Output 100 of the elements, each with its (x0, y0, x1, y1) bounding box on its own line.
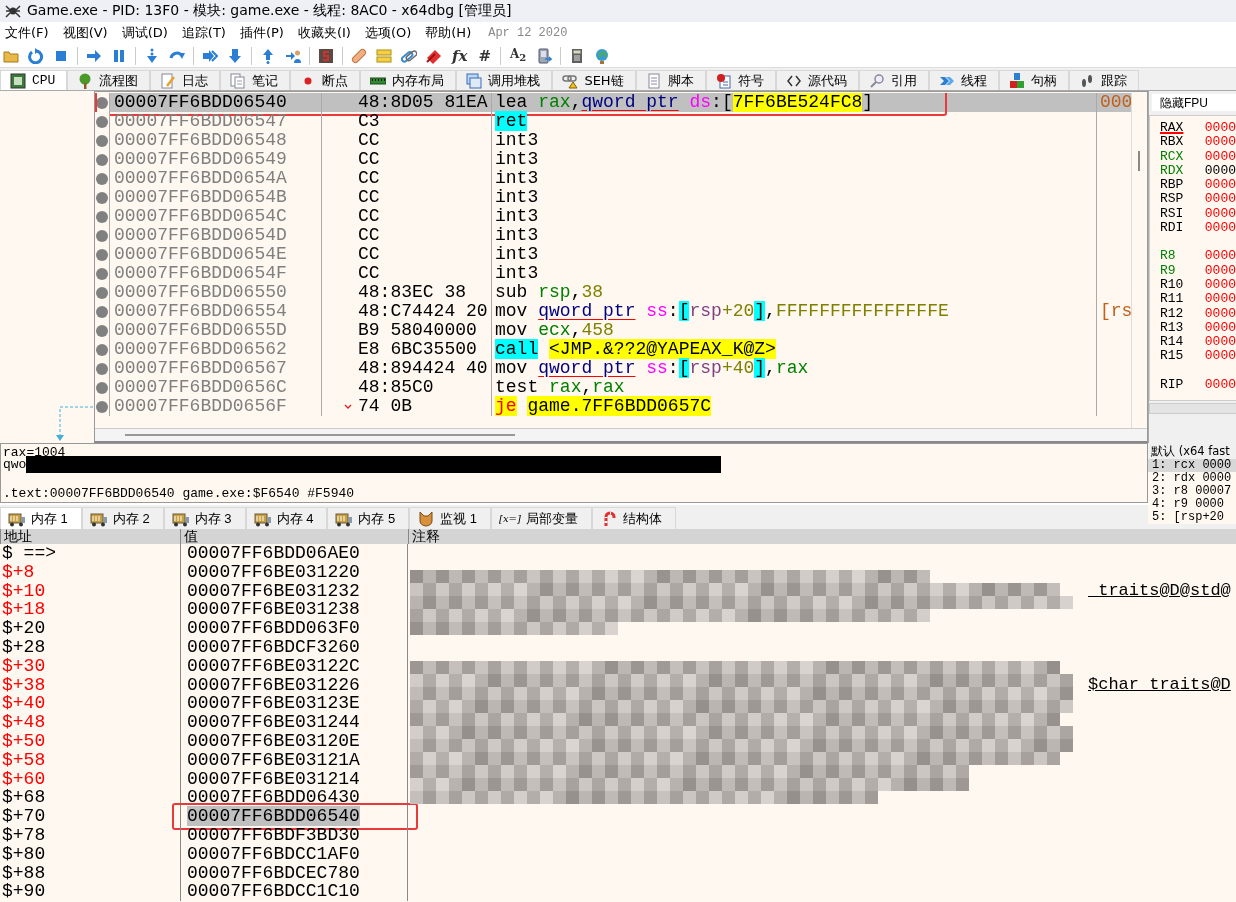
dump-value[interactable]: 00007FF6BE031226 (187, 674, 360, 695)
dump-value[interactable]: 00007FF6BDCC1C10 (187, 881, 360, 902)
register-value[interactable]: 0000 (1204, 206, 1236, 222)
register-value[interactable]: 0000 (1204, 263, 1236, 278)
toolbar-button[interactable]: A$_{2}$ (508, 45, 529, 66)
breakpoint-marker[interactable] (96, 153, 108, 166)
register-value[interactable]: 0000 (1204, 192, 1236, 207)
column-header[interactable]: 地址 (0, 529, 180, 544)
hide-fpu-button[interactable]: 隐藏FPU (1152, 94, 1236, 111)
tab[interactable]: 内存 5 (327, 507, 410, 529)
tab[interactable]: [x=] 局部变量 (491, 507, 592, 529)
dump-value[interactable]: 00007FF6BE03123E (187, 693, 360, 714)
menu-item[interactable]: 收藏夹(I) (292, 24, 360, 42)
tab[interactable]: 内存 3 (163, 507, 246, 529)
dump-value[interactable]: 00007FF6BE03121A (187, 749, 360, 770)
menu-item[interactable]: 视图(V) (57, 24, 117, 42)
menu-item[interactable]: 文件(F) (0, 24, 58, 42)
breakpoint-marker[interactable] (96, 362, 108, 375)
scrollbar[interactable] (1149, 403, 1236, 414)
breakpoint-marker[interactable] (96, 305, 108, 318)
tab[interactable]: SEH链 (552, 70, 636, 90)
dump-address: $+50 (1, 731, 47, 751)
dump-value[interactable]: 00007FF6BE031238 (187, 599, 360, 620)
tab[interactable]: 调用堆栈 (456, 70, 553, 90)
menu-item[interactable]: 插件(P) (234, 24, 293, 42)
breakpoint-marker[interactable] (96, 286, 108, 299)
register-value[interactable]: 0000 (1204, 221, 1236, 236)
register-value[interactable]: 0000 (1204, 306, 1236, 321)
breakpoint-marker[interactable] (96, 191, 108, 204)
dump-value[interactable]: 00007FF6BDCF3260 (187, 637, 360, 657)
breakpoint-marker[interactable] (96, 172, 108, 185)
argument-row[interactable]: 4: r9 0000 (1148, 498, 1236, 511)
column-header[interactable]: 值 (180, 529, 408, 544)
tab[interactable]: 跟踪 (1068, 70, 1139, 90)
register-value[interactable]: 0000 (1204, 178, 1236, 193)
dump-value[interactable]: 00007FF6BDF3BD30 (187, 824, 360, 845)
tab[interactable]: 笔记 (220, 70, 291, 90)
register-value[interactable]: 0000 (1204, 349, 1236, 364)
scrollbar[interactable] (95, 428, 1147, 441)
tab[interactable]: 监视 1 (409, 507, 492, 529)
tab[interactable]: 脚本 (635, 70, 706, 90)
register-value[interactable]: 0000 (1204, 320, 1236, 336)
restart-icon[interactable] (27, 45, 45, 66)
dump-value[interactable]: 00007FF6BE03120E (187, 730, 360, 751)
breakpoint-marker[interactable] (96, 381, 108, 394)
breakpoint-marker[interactable] (96, 400, 108, 413)
register-value[interactable]: 0000 (1204, 135, 1236, 150)
toolbar-button[interactable]: fx (450, 45, 470, 66)
argument-row[interactable]: 2: rdx 0000 (1148, 472, 1236, 485)
breakpoint-marker[interactable] (96, 134, 108, 147)
register-value[interactable]: 0000 (1204, 377, 1236, 393)
tab[interactable]: 日志 (150, 70, 221, 90)
tab[interactable]: CPU (0, 70, 68, 90)
dump-value[interactable]: 00007FF6BDCEC780 (187, 862, 360, 883)
dump-value[interactable]: 00007FF6BE031220 (187, 561, 360, 582)
breakpoint-marker[interactable] (96, 210, 108, 223)
dump-value[interactable]: 00007FF6BDD06AE0 (187, 543, 360, 563)
dump-value[interactable]: 00007FF6BE03122C (187, 655, 360, 676)
menu-item[interactable]: 帮助(H) (420, 24, 481, 42)
menu-item[interactable]: 调试(D) (116, 24, 177, 42)
register-value[interactable]: 0000 (1204, 292, 1236, 307)
menu-item[interactable]: 追踪(T) (176, 24, 235, 42)
argument-row[interactable]: 5: [rsp+20 (1148, 511, 1236, 524)
dump-value[interactable]: 00007FF6BE031244 (187, 712, 360, 733)
tab[interactable]: 源代码 (775, 70, 859, 90)
register-value[interactable]: 0000 (1204, 149, 1236, 164)
breakpoint-marker[interactable] (96, 343, 108, 356)
register-value[interactable]: 0000 (1204, 121, 1236, 136)
tab[interactable]: 流程图 (67, 70, 151, 90)
device-icon[interactable] (535, 45, 554, 66)
tab[interactable]: 内存布局 (360, 70, 457, 90)
breakpoint-marker[interactable] (96, 267, 108, 280)
tab[interactable]: 引用 (858, 70, 929, 90)
tab[interactable]: 线程 (928, 70, 999, 90)
argument-row[interactable]: 1: rcx 0000 (1148, 459, 1236, 472)
tab[interactable]: 内存 2 (81, 507, 164, 529)
dump-value[interactable]: 00007FF6BDCC1AF0 (187, 843, 360, 864)
dump-value[interactable]: 00007FF6BE031214 (187, 768, 360, 789)
breakpoint-marker[interactable] (96, 248, 108, 261)
argument-row[interactable]: 3: r8 00007 (1148, 485, 1236, 498)
dump-value[interactable]: 00007FF6BDD06540 (187, 806, 360, 827)
tab[interactable]: 断点 (290, 70, 361, 90)
tab[interactable]: 句柄 (998, 70, 1069, 90)
register-value[interactable]: 0000 (1204, 277, 1236, 293)
tab[interactable]: 符号 (705, 70, 776, 90)
breakpoint-marker[interactable] (96, 115, 108, 128)
breakpoint-marker[interactable] (96, 229, 108, 242)
breakpoint-marker[interactable] (96, 324, 108, 337)
menu-item[interactable]: 选项(O) (359, 24, 421, 42)
tab[interactable]: 结构体 (591, 507, 676, 529)
register-value[interactable]: 0000 (1204, 249, 1236, 264)
register-value[interactable]: 0000 (1204, 335, 1236, 350)
dump-value[interactable]: 00007FF6BDD06430 (187, 787, 360, 808)
tab[interactable]: 内存 1 (0, 507, 82, 529)
toolbar-button[interactable]: # (476, 45, 493, 66)
column-header[interactable]: 注释 (408, 529, 1236, 544)
dump-value[interactable]: 00007FF6BDD063F0 (187, 618, 360, 639)
dump-value[interactable]: 00007FF6BE031232 (187, 580, 360, 601)
tab[interactable]: 内存 4 (245, 507, 328, 529)
register-value[interactable]: 0000 (1204, 163, 1236, 179)
